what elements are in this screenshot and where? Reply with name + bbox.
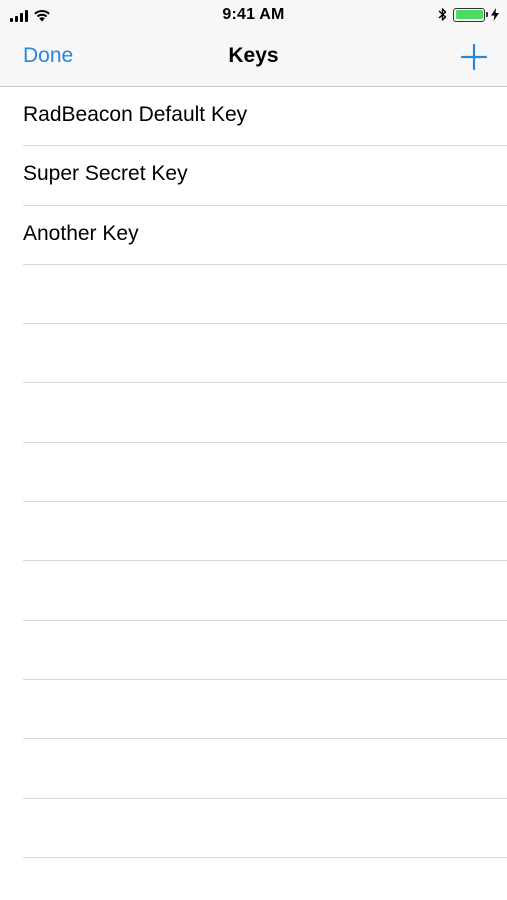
bluetooth-icon: [438, 8, 447, 21]
empty-row: [23, 443, 507, 503]
page-title: Keys: [228, 44, 279, 67]
battery-tip: [486, 12, 488, 17]
status-right: [438, 7, 499, 22]
empty-row: [23, 383, 507, 443]
empty-row: [23, 265, 507, 325]
empty-row: [23, 799, 507, 858]
empty-row: [23, 621, 507, 680]
key-label: RadBeacon Default Key: [23, 103, 248, 126]
empty-row: [23, 561, 507, 621]
navigation-bar: Done Keys: [0, 30, 507, 87]
keys-table: RadBeacon Default Key Super Secret Key A…: [0, 87, 507, 858]
key-label: Another Key: [23, 221, 139, 245]
done-button[interactable]: Done: [23, 44, 73, 68]
empty-row: [23, 324, 507, 384]
empty-row: [23, 502, 507, 562]
key-label: Super Secret Key: [23, 162, 188, 186]
empty-row: [23, 739, 507, 799]
status-time: 9:41 AM: [222, 6, 285, 23]
status-bar: 9:41 AM: [0, 0, 507, 30]
battery-icon: [453, 7, 488, 22]
table-row[interactable]: RadBeacon Default Key: [23, 87, 507, 147]
plus-icon[interactable]: [461, 44, 487, 70]
empty-row: [23, 680, 507, 740]
battery-fill: [455, 10, 483, 19]
table-row[interactable]: Another Key: [23, 206, 507, 265]
table-row[interactable]: Super Secret Key: [23, 146, 507, 206]
charging-icon: [491, 8, 499, 21]
keys-screen: 9:41 AM Done Keys RadBeacon Default Key: [0, 0, 507, 900]
